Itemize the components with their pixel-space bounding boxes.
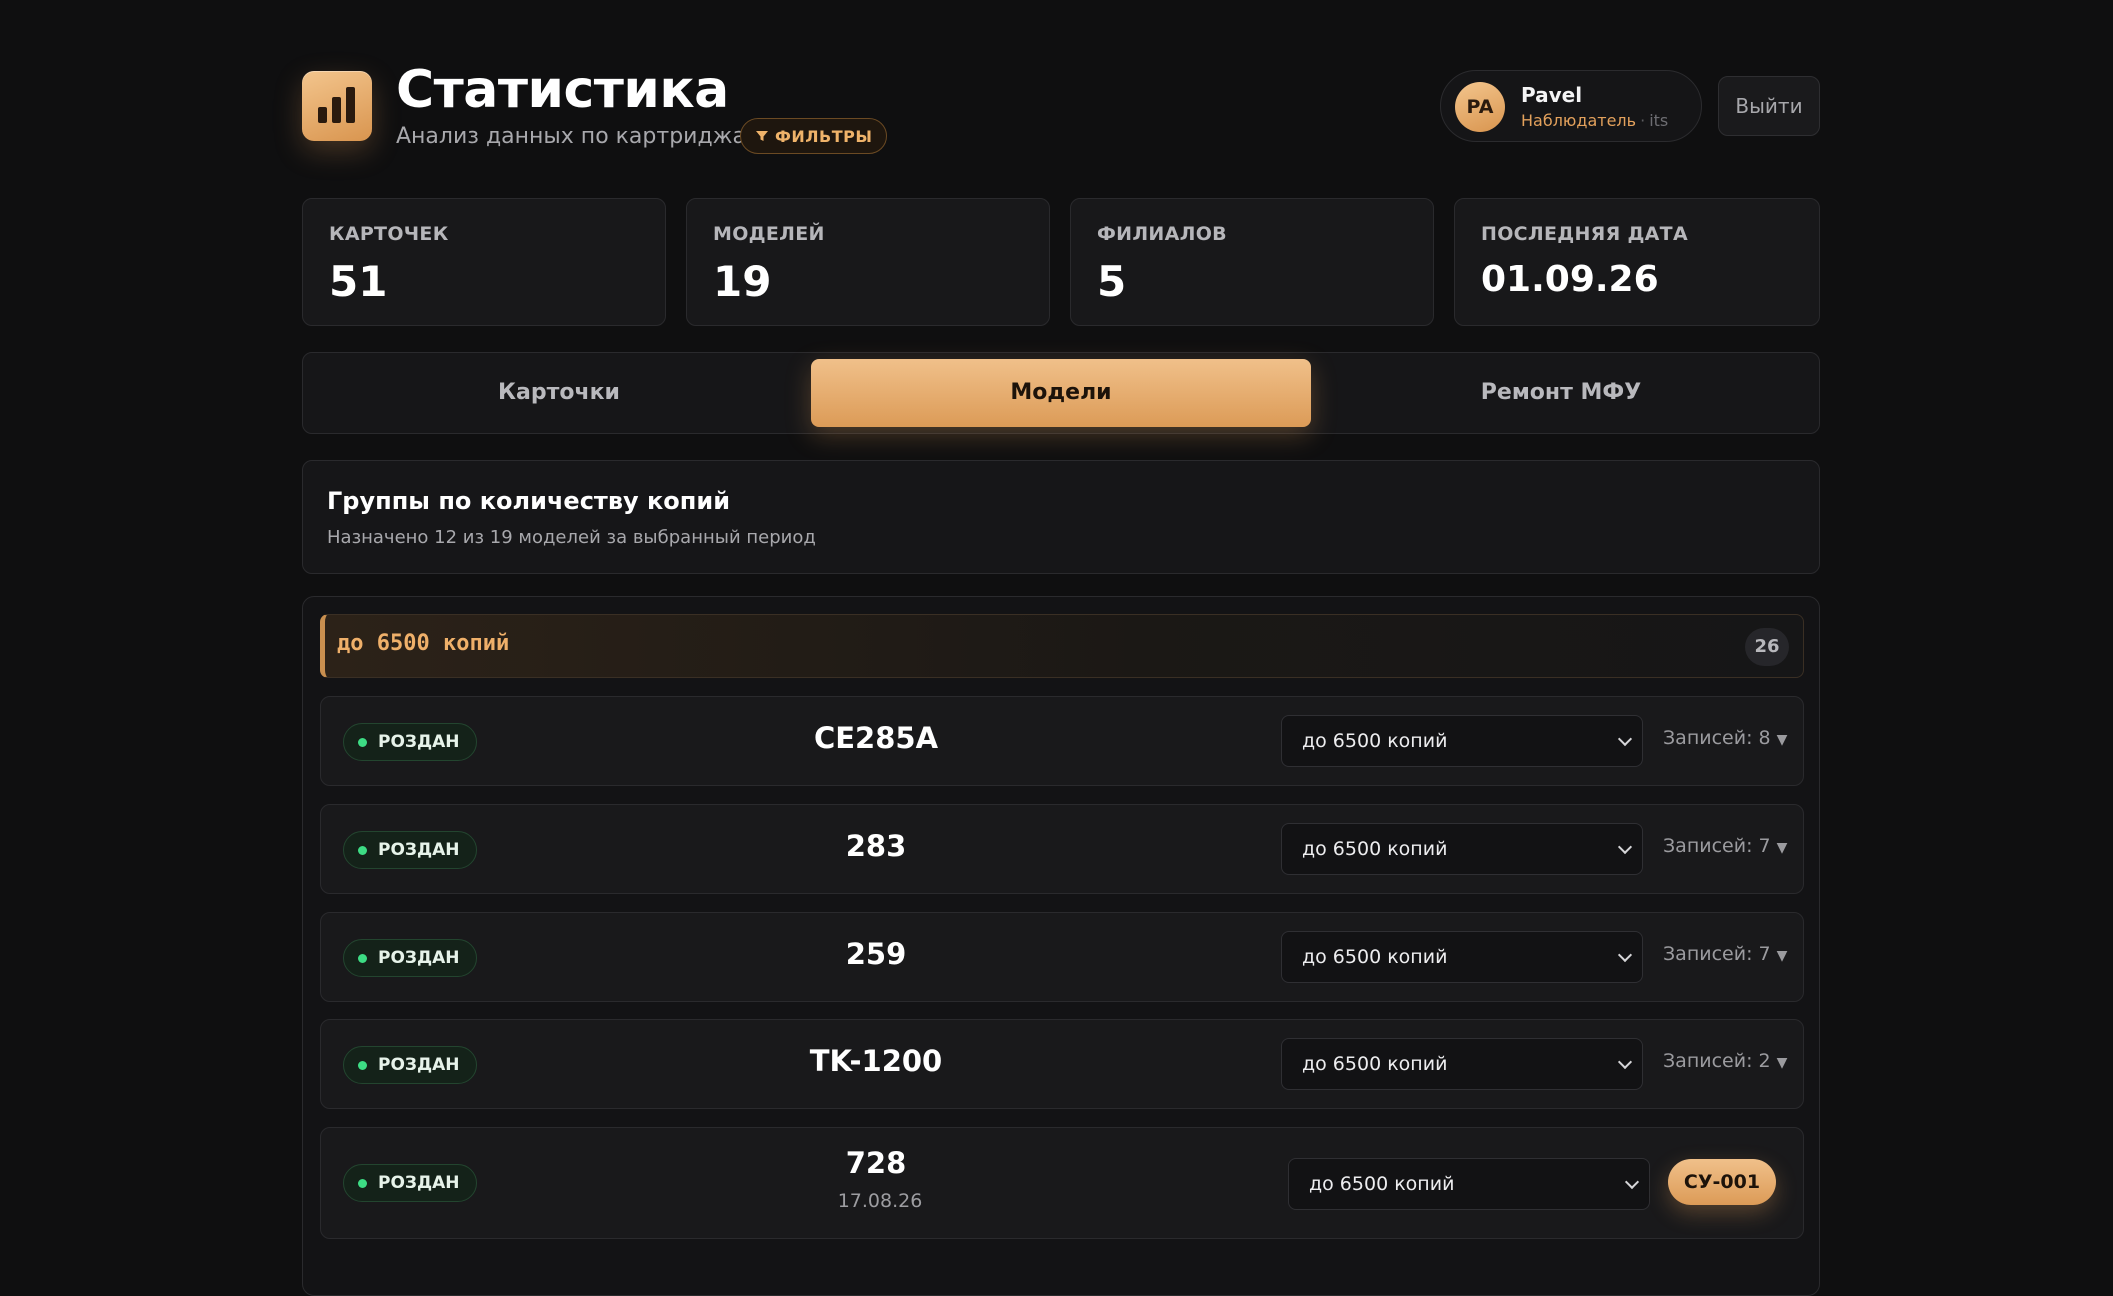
group-header[interactable]: до 6500 копий 26 (320, 614, 1804, 678)
model-name: 728 (845, 1146, 907, 1180)
user-role: Наблюдатель · its (1521, 111, 1669, 130)
page-header: Статистика Анализ данных по картриджам Ф… (302, 58, 1820, 168)
su-action-button[interactable]: СУ-001 (1668, 1159, 1776, 1205)
chevron-down-icon (1617, 1054, 1633, 1070)
records-toggle[interactable]: Записей: 8 ▼ (1663, 727, 1787, 749)
page-title: Статистика (396, 60, 729, 120)
logout-button[interactable]: Выйти (1718, 76, 1820, 136)
stat-label: МОДЕЛЕЙ (713, 223, 825, 245)
bar-chart-icon (302, 71, 372, 141)
tab-bar: Карточки Модели Ремонт МФУ (302, 352, 1820, 434)
group-title: до 6500 копий (337, 631, 510, 656)
tab-cards[interactable]: Карточки (309, 359, 809, 427)
groups-section-header: Группы по количеству копий Назначено 12 … (302, 460, 1820, 574)
page-subtitle: Анализ данных по картриджам (396, 124, 763, 149)
section-subtitle: Назначено 12 из 19 моделей за выбранный … (327, 527, 816, 548)
triangle-down-icon: ▼ (1776, 1055, 1788, 1071)
records-count: Записей: 7 (1663, 943, 1771, 965)
model-name: CE285A (813, 721, 939, 755)
group-select-value: до 6500 копий (1302, 730, 1448, 752)
list-item: РОЗДАН 728 17.08.26 до 6500 копий СУ-001 (320, 1127, 1804, 1239)
status-badge: РОЗДАН (343, 723, 477, 761)
stat-value: 01.09.26 (1481, 259, 1659, 300)
chevron-down-icon (1617, 947, 1633, 963)
list-item: РОЗДАН CE285A до 6500 копий Записей: 8 ▼ (320, 696, 1804, 786)
records-count: Записей: 7 (1663, 835, 1771, 857)
status-badge: РОЗДАН (343, 1046, 477, 1084)
tab-mfu-repair[interactable]: Ремонт МФУ (1311, 359, 1811, 427)
records-toggle[interactable]: Записей: 7 ▼ (1663, 943, 1787, 965)
group-select-value: до 6500 копий (1309, 1173, 1455, 1195)
filter-icon (756, 131, 768, 141)
status-badge: РОЗДАН (343, 831, 477, 869)
stat-card-cards: КАРТОЧЕК 51 (302, 198, 666, 326)
user-role-label: Наблюдатель (1521, 111, 1637, 130)
group-panel: до 6500 копий 26 РОЗДАН CE285A до 6500 к… (302, 596, 1820, 1296)
model-name: TK-1200 (809, 1044, 943, 1078)
stat-label: ПОСЛЕДНЯЯ ДАТА (1481, 223, 1688, 245)
model-name: 259 (845, 937, 907, 971)
stat-value: 51 (329, 257, 388, 306)
model-date: 17.08.26 (837, 1190, 923, 1212)
group-select[interactable]: до 6500 копий (1281, 823, 1643, 875)
filters-label: ФИЛЬТРЫ (775, 126, 873, 146)
group-select-value: до 6500 копий (1302, 946, 1448, 968)
chevron-down-icon (1617, 839, 1633, 855)
triangle-down-icon: ▼ (1776, 948, 1788, 964)
group-select-value: до 6500 копий (1302, 1053, 1448, 1075)
records-count: Записей: 2 (1663, 1050, 1771, 1072)
status-badge: РОЗДАН (343, 939, 477, 977)
records-toggle[interactable]: Записей: 2 ▼ (1663, 1050, 1787, 1072)
section-title: Группы по количеству копий (327, 487, 731, 515)
group-select[interactable]: до 6500 копий (1281, 931, 1643, 983)
list-item: РОЗДАН TK-1200 до 6500 копий Записей: 2 ▼ (320, 1019, 1804, 1109)
stat-label: ФИЛИАЛОВ (1097, 223, 1227, 245)
status-badge: РОЗДАН (343, 1164, 477, 1202)
tab-models[interactable]: Модели (811, 359, 1311, 427)
list-item: РОЗДАН 283 до 6500 копий Записей: 7 ▼ (320, 804, 1804, 894)
list-item: РОЗДАН 259 до 6500 копий Записей: 7 ▼ (320, 912, 1804, 1002)
avatar: PA (1455, 82, 1505, 132)
stat-label: КАРТОЧЕК (329, 223, 449, 245)
triangle-down-icon: ▼ (1776, 732, 1788, 748)
group-count-badge: 26 (1745, 628, 1789, 666)
triangle-down-icon: ▼ (1776, 840, 1788, 856)
filters-button[interactable]: ФИЛЬТРЫ (740, 118, 888, 154)
stat-value: 19 (713, 257, 772, 306)
group-select[interactable]: до 6500 копий (1281, 1038, 1643, 1090)
chevron-down-icon (1617, 731, 1633, 747)
user-org: its (1649, 111, 1669, 130)
model-name: 283 (845, 829, 907, 863)
group-select-value: до 6500 копий (1302, 838, 1448, 860)
group-select[interactable]: до 6500 копий (1288, 1158, 1650, 1210)
stat-card-last-date: ПОСЛЕДНЯЯ ДАТА 01.09.26 (1454, 198, 1820, 326)
stat-card-models: МОДЕЛЕЙ 19 (686, 198, 1050, 326)
chevron-down-icon (1624, 1174, 1640, 1190)
user-name: Pavel (1521, 83, 1583, 107)
user-profile[interactable]: PA Pavel Наблюдатель · its (1440, 70, 1702, 142)
stat-value: 5 (1097, 257, 1127, 306)
stat-card-branches: ФИЛИАЛОВ 5 (1070, 198, 1434, 326)
group-select[interactable]: до 6500 копий (1281, 715, 1643, 767)
records-count: Записей: 8 (1663, 727, 1771, 749)
records-toggle[interactable]: Записей: 7 ▼ (1663, 835, 1787, 857)
